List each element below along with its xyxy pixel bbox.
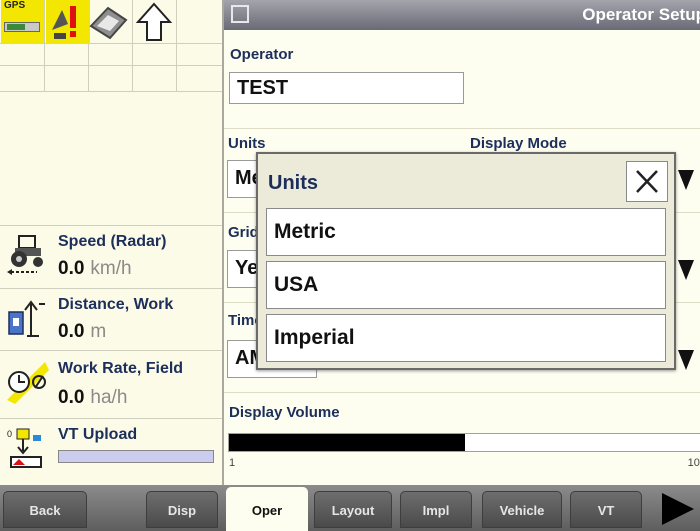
operator-field[interactable]: TEST bbox=[229, 72, 464, 104]
gps-label: GPS bbox=[4, 0, 26, 11]
next-page-icon[interactable] bbox=[654, 489, 700, 529]
tab-impl[interactable]: Impl bbox=[400, 491, 472, 528]
volume-min-label: 1 bbox=[229, 457, 236, 469]
work-rate-unit: ha/h bbox=[90, 387, 128, 408]
work-rate-label: Work Rate, Field bbox=[58, 360, 184, 377]
operator-label: Operator bbox=[230, 46, 294, 63]
divider bbox=[0, 288, 222, 289]
tab-vt[interactable]: VT bbox=[570, 491, 642, 528]
chevron-down-icon[interactable] bbox=[674, 160, 700, 198]
vt-upload-progress-bar bbox=[58, 450, 214, 463]
close-icon bbox=[636, 170, 658, 193]
alert-icon[interactable] bbox=[46, 0, 90, 44]
dialog-title: Units bbox=[268, 172, 318, 194]
tab-disp[interactable]: Disp bbox=[146, 491, 218, 528]
field-boundary-icon[interactable] bbox=[88, 0, 132, 44]
grid-line bbox=[176, 0, 177, 92]
display-volume-slider[interactable] bbox=[228, 433, 700, 452]
status-column: GPS Speed (Radar) 0.0 km/h Distance, Wor… bbox=[0, 0, 222, 485]
arrow-up-icon[interactable] bbox=[132, 0, 176, 44]
chevron-down-icon[interactable] bbox=[674, 250, 700, 288]
display-volume-label: Display Volume bbox=[229, 404, 340, 421]
gps-signal-bar bbox=[4, 22, 40, 32]
window-icon bbox=[231, 5, 249, 23]
tractor-icon bbox=[5, 232, 49, 276]
distance-number: 0.0 bbox=[58, 321, 85, 342]
grid-label: Grid bbox=[228, 224, 259, 241]
grid-row bbox=[0, 66, 222, 92]
vt-upload-icon: 0 bbox=[5, 425, 49, 469]
volume-max-label: 100 bbox=[687, 457, 700, 469]
distance-unit: m bbox=[90, 321, 107, 342]
display-volume-fill bbox=[229, 434, 465, 451]
work-rate-icon bbox=[5, 360, 49, 404]
grid-row bbox=[0, 44, 222, 66]
grid-line bbox=[44, 0, 45, 92]
divider bbox=[224, 392, 700, 393]
vt-upload-label: VT Upload bbox=[58, 426, 138, 443]
divider bbox=[0, 225, 222, 226]
divider bbox=[224, 128, 700, 129]
divider bbox=[0, 350, 222, 351]
units-option-imperial[interactable]: Imperial bbox=[266, 314, 666, 362]
distance-value: 0.0 m bbox=[58, 321, 106, 343]
work-rate-number: 0.0 bbox=[58, 387, 85, 408]
gps-status-icon[interactable]: GPS bbox=[1, 0, 44, 44]
speed-unit: km/h bbox=[90, 258, 132, 279]
distance-icon bbox=[5, 296, 49, 340]
title-bar: Operator Setup bbox=[224, 0, 700, 30]
svg-text:0: 0 bbox=[7, 429, 12, 439]
units-label: Units bbox=[228, 135, 266, 152]
work-rate-value: 0.0 ha/h bbox=[58, 387, 127, 409]
tab-vehicle[interactable]: Vehicle bbox=[482, 491, 562, 528]
shortcut-grid: GPS bbox=[0, 0, 222, 92]
page-title: Operator Setup bbox=[582, 5, 700, 24]
tab-oper[interactable]: Oper bbox=[226, 487, 308, 531]
speed-number: 0.0 bbox=[58, 258, 85, 279]
units-dialog: Units Metric USA Imperial bbox=[256, 152, 676, 370]
units-option-usa[interactable]: USA bbox=[266, 261, 666, 309]
speed-label: Speed (Radar) bbox=[58, 233, 167, 250]
units-option-metric[interactable]: Metric bbox=[266, 208, 666, 256]
tab-back[interactable]: Back bbox=[3, 491, 87, 528]
divider bbox=[0, 418, 222, 419]
tab-layout[interactable]: Layout bbox=[314, 491, 392, 528]
speed-value: 0.0 km/h bbox=[58, 258, 132, 280]
display-mode-label: Display Mode bbox=[470, 135, 567, 152]
close-button[interactable] bbox=[626, 161, 668, 202]
tab-bar: Back Disp Oper Layout Impl Vehicle VT bbox=[0, 485, 700, 531]
chevron-down-icon[interactable] bbox=[674, 340, 700, 378]
distance-label: Distance, Work bbox=[58, 296, 174, 313]
